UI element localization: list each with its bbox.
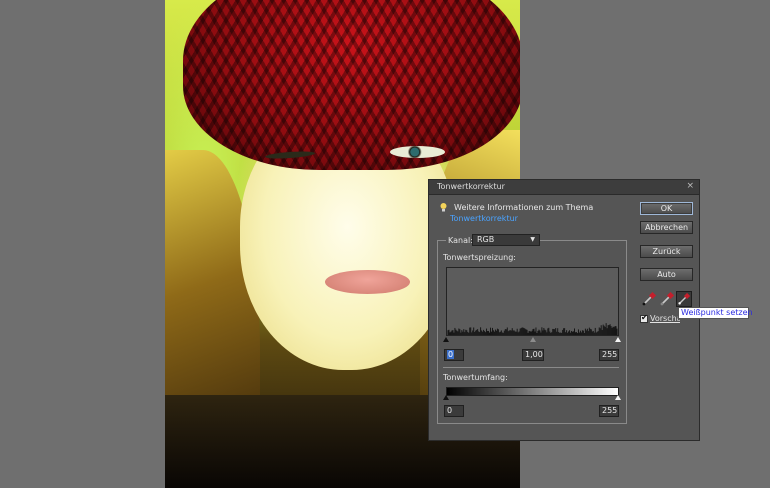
dialog-title: Tonwertkorrektur [437,182,505,191]
output-white-field[interactable]: 255 [599,405,619,417]
reset-button[interactable]: Zurück [640,245,693,258]
preview-checkbox[interactable]: ✔ [640,313,648,323]
channel-select[interactable]: RGB ▼ [472,234,540,246]
output-gradient-bar [446,387,619,396]
lightbulb-icon [440,203,447,212]
info-text: Weitere Informationen zum Thema [454,203,594,212]
output-black-field[interactable]: 0 [444,405,464,417]
gray-point-eyedropper-icon[interactable] [659,291,675,307]
dialog-titlebar[interactable]: Tonwertkorrektur × [429,180,699,195]
output-levels-label: Tonwertumfang: [443,373,508,382]
output-white-slider-handle[interactable] [615,395,621,400]
open-eye [390,146,445,158]
channel-label: Kanal: [446,236,475,245]
white-point-eyedropper-icon[interactable] [676,291,692,307]
channel-value: RGB [477,235,495,244]
cancel-button[interactable]: Abbrechen [640,221,693,234]
tooltip: Weißpunkt setzen [678,307,753,319]
auto-button[interactable]: Auto [640,268,693,281]
close-icon[interactable]: × [686,181,694,191]
input-levels-label: Tonwertspreizung: [443,253,516,262]
levels-dialog: Tonwertkorrektur × Weitere Informationen… [428,179,700,441]
divider [443,367,619,368]
input-gamma-field[interactable]: 1,00 [522,349,544,361]
knit-hat [183,0,520,170]
input-black-slider-handle[interactable] [443,337,449,342]
chevron-down-icon: ▼ [530,236,535,243]
checkmark-icon: ✔ [641,313,648,322]
ok-button[interactable]: OK [640,202,693,215]
input-black-field[interactable]: 0 [444,349,464,361]
help-topic-link[interactable]: Tonwertkorrektur [450,214,518,223]
histogram [446,267,619,336]
input-white-field[interactable]: 255 [599,349,619,361]
black-point-eyedropper-icon[interactable] [641,291,657,307]
lips [325,270,410,294]
input-gamma-slider-handle[interactable] [530,337,536,342]
output-black-slider-handle[interactable] [443,395,449,400]
preview-label[interactable]: Vorschau [650,314,680,323]
input-white-slider-handle[interactable] [615,337,621,342]
input-black-value: 0 [447,350,455,359]
